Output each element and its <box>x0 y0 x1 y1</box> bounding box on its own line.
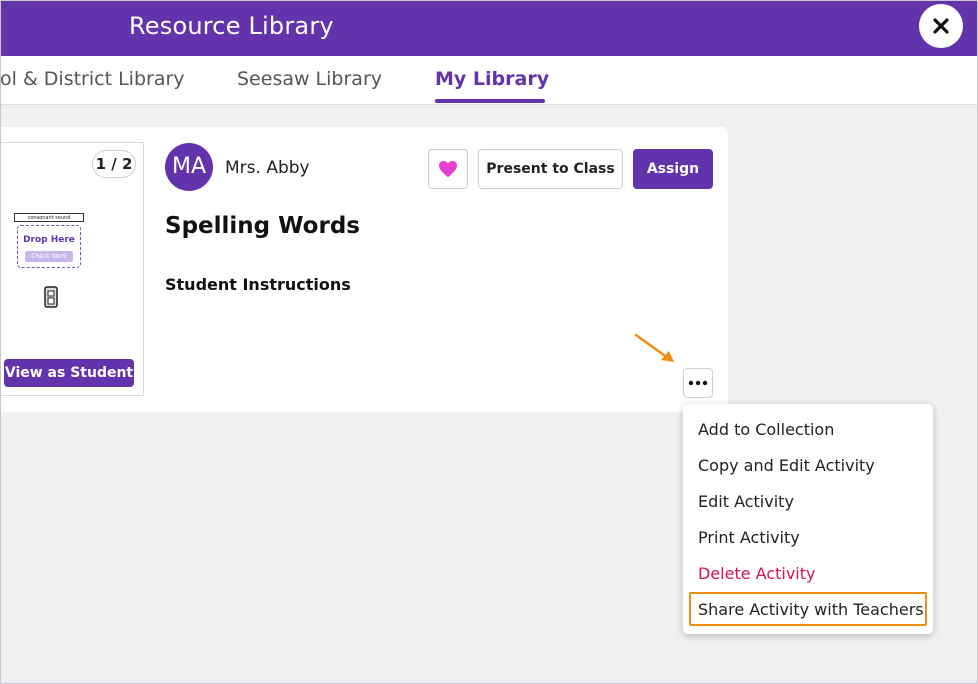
avatar: MA <box>165 143 213 191</box>
thumbnail-drop-text: Drop Here <box>23 235 75 245</box>
activity-preview[interactable] <box>0 142 144 396</box>
app-header: Resource Library <box>0 0 978 56</box>
library-tabs: ol & District Library Seesaw Library My … <box>0 56 978 105</box>
active-tab-indicator <box>435 99 545 103</box>
menu-item-delete-activity[interactable]: Delete Activity <box>698 564 816 583</box>
student-instructions-label: Student Instructions <box>165 275 351 294</box>
present-to-class-button[interactable]: Present to Class <box>478 149 623 189</box>
assign-button[interactable]: Assign <box>633 149 713 189</box>
view-as-student-button[interactable]: View as Student <box>4 359 134 387</box>
thumbnail-check-work: Check Work <box>25 251 73 262</box>
letter-tile-icon <box>44 286 58 308</box>
thumbnail-label: consonant sound <box>14 213 84 222</box>
close-button[interactable] <box>919 4 963 48</box>
activity-title: Spelling Words <box>165 213 360 239</box>
menu-item-add-to-collection[interactable]: Add to Collection <box>698 420 834 439</box>
menu-item-print-activity[interactable]: Print Activity <box>698 528 800 547</box>
close-icon <box>933 18 949 34</box>
like-button[interactable] <box>428 149 468 189</box>
more-options-button[interactable] <box>683 368 713 398</box>
share-highlight-box <box>689 592 927 626</box>
menu-item-copy-and-edit[interactable]: Copy and Edit Activity <box>698 456 875 475</box>
page-title: Resource Library <box>129 12 334 40</box>
annotation-arrow-icon <box>634 333 674 362</box>
tab-my-library[interactable]: My Library <box>435 68 549 90</box>
heart-icon <box>439 160 457 178</box>
author-name: Mrs. Abby <box>225 158 310 178</box>
menu-item-edit-activity[interactable]: Edit Activity <box>698 492 794 511</box>
thumbnail-drop-zone: Drop Here Check Work <box>17 225 81 268</box>
tab-seesaw-library[interactable]: Seesaw Library <box>237 68 382 90</box>
tab-school-district-library[interactable]: ol & District Library <box>0 68 185 90</box>
page-indicator: 1 / 2 <box>92 150 136 178</box>
ellipsis-icon <box>688 380 708 386</box>
